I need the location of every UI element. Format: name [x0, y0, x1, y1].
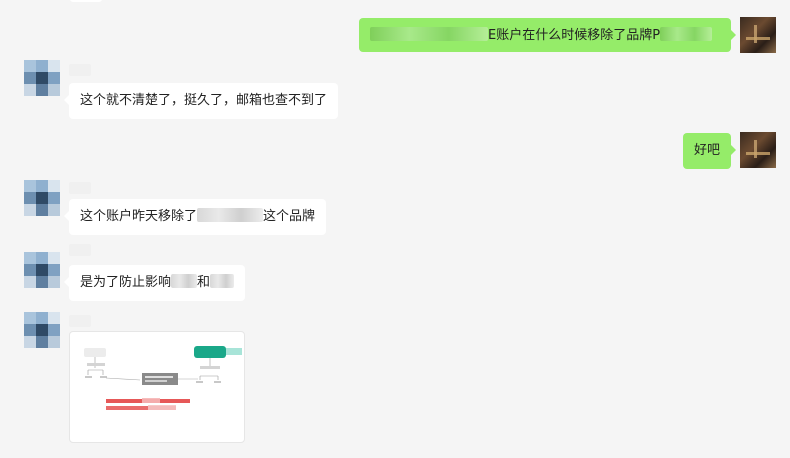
pixelated-avatar-icon	[24, 60, 60, 96]
self-avatar[interactable]	[740, 132, 776, 168]
contact-name-redacted	[69, 244, 91, 256]
message-bubble-incoming[interactable]: 这个账户昨天移除了 这个品牌	[63, 199, 327, 235]
redacted-text	[660, 27, 713, 41]
contact-name-redacted	[69, 315, 91, 327]
contact-avatar[interactable]	[24, 252, 60, 288]
contact-avatar[interactable]	[24, 312, 60, 348]
contact-name-redacted	[69, 64, 91, 76]
message-text: 这个账户昨天移除了	[80, 209, 198, 224]
pixelated-avatar-icon	[24, 252, 60, 288]
chat-panel: E账户在什么时候移除了品牌P 这个就不清楚了，挺久了，邮箱也查不到了 好吧 这个…	[0, 0, 790, 458]
message-bubble-outgoing[interactable]: E账户在什么时候移除了品牌P	[359, 18, 736, 52]
message-text: 这个品牌	[263, 209, 316, 224]
redacted-text	[210, 274, 235, 288]
diagram-thumbnail	[84, 346, 242, 410]
self-avatar[interactable]	[740, 17, 776, 53]
message-bubble-incoming[interactable]: 是为了防止影响 和	[63, 265, 246, 301]
pixelated-avatar-icon	[24, 312, 60, 348]
message-text: 是为了防止影响	[80, 275, 172, 290]
redacted-text	[370, 27, 488, 41]
contact-avatar[interactable]	[24, 180, 60, 216]
message-text: 好吧	[694, 143, 721, 158]
image-message[interactable]	[69, 331, 245, 443]
previous-message-edge	[70, 0, 102, 2]
redacted-text	[171, 274, 198, 288]
message-text: 和	[197, 275, 211, 290]
message-text: 这个就不清楚了，挺久了，邮箱也查不到了	[80, 93, 328, 108]
message-bubble-incoming[interactable]: 这个就不清楚了，挺久了，邮箱也查不到了	[63, 83, 339, 119]
message-text: E账户在什么时候移除了品牌P	[488, 28, 661, 43]
pixelated-avatar-icon	[24, 180, 60, 216]
redacted-text	[197, 208, 264, 222]
contact-avatar[interactable]	[24, 60, 60, 96]
contact-name-redacted	[69, 182, 91, 194]
message-bubble-outgoing[interactable]: 好吧	[683, 133, 737, 169]
